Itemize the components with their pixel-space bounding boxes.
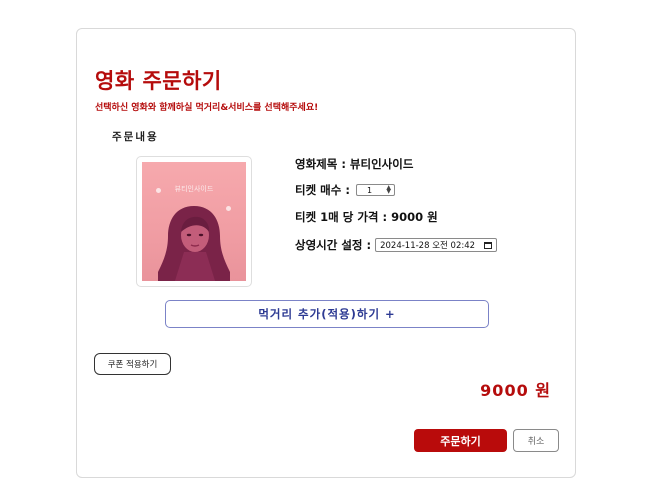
poster-person-image (158, 206, 230, 281)
ticket-price-row: 티켓 1매 당 가격 : 9000 원 (295, 209, 438, 225)
order-button[interactable]: 주문하기 (414, 429, 507, 452)
spinner-arrows-icon[interactable]: ▲ ▼ (386, 185, 391, 195)
ticket-count-stepper[interactable]: 1 ▲ ▼ (355, 184, 395, 196)
order-section-label: 주문내용 (112, 131, 159, 143)
page-title: 영화 주문하기 (95, 69, 222, 93)
apply-coupon-button[interactable]: 쿠폰 적용하기 (94, 353, 171, 375)
cancel-button[interactable]: 취소 (513, 429, 559, 452)
ticket-count-value: 1 (366, 185, 373, 195)
showtime-row: 상영시간 설정 : 2024-11-28 오전 02:42 (295, 237, 498, 253)
showtime-label: 상영시간 설정 : (295, 238, 372, 252)
order-card: 영화 주문하기 선택하신 영화와 함께하실 먹거리&서비스를 선택해주세요! 주… (76, 28, 576, 478)
movie-title-text: 영화제목 : 뷰티인사이드 (295, 157, 414, 171)
showtime-value: 2024-11-28 오전 02:42 (380, 241, 476, 251)
total-price: 9000 원 (480, 381, 551, 400)
calendar-icon[interactable] (484, 241, 493, 249)
ticket-price-text: 티켓 1매 당 가격 : 9000 원 (295, 210, 438, 224)
poster-sparkle-icon (156, 188, 161, 193)
movie-poster-frame: 뷰티인사이드 (136, 156, 252, 287)
showtime-datetime-input[interactable]: 2024-11-28 오전 02:42 (375, 238, 498, 252)
movie-poster: 뷰티인사이드 (142, 162, 246, 281)
add-snacks-button[interactable]: 먹거리 추가(적용)하기 + (165, 300, 489, 328)
page-subtitle: 선택하신 영화와 함께하실 먹거리&서비스를 선택해주세요! (95, 103, 319, 113)
ticket-count-label: 티켓 매수 : (295, 183, 350, 197)
ticket-count-row: 티켓 매수 : 1 ▲ ▼ (295, 182, 395, 198)
movie-title-row: 영화제목 : 뷰티인사이드 (295, 156, 413, 172)
